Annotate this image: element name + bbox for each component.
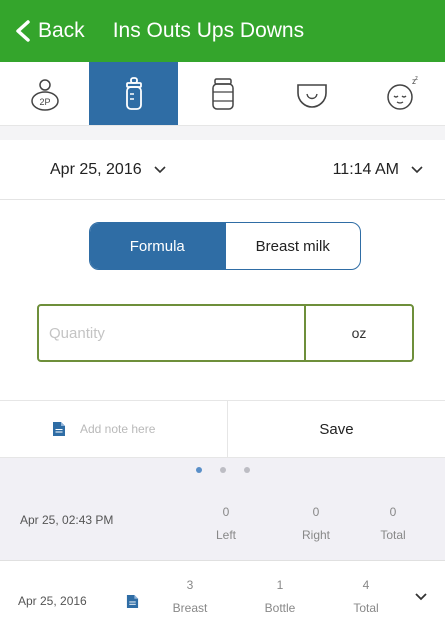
date-value: Apr 25, 2016 — [50, 160, 142, 178]
chevron-down-icon — [411, 165, 423, 173]
nav-bar: Back Ins Outs Ups Downs — [0, 0, 445, 62]
document-icon — [53, 422, 65, 436]
left-stat: 0 Left — [191, 505, 261, 542]
bottle-icon — [125, 76, 142, 110]
diaper-icon — [296, 83, 327, 108]
total-value: 0 — [389, 505, 397, 519]
sleeping-baby-icon: z z — [386, 76, 418, 110]
date-picker[interactable]: Apr 25, 2016 — [50, 161, 166, 179]
quantity-field: oz — [37, 304, 414, 362]
back-button[interactable]: Back — [14, 19, 85, 43]
note-save-bar: Add note here Save — [0, 400, 445, 458]
formula-option[interactable]: Formula — [90, 223, 225, 269]
chevron-left-icon — [16, 20, 30, 42]
bottle-label: Bottle — [264, 601, 296, 615]
note-placeholder: Add note here — [80, 422, 156, 436]
svg-text:2P: 2P — [39, 97, 50, 107]
feed-time: Apr 25, 02:43 PM — [20, 513, 114, 527]
summary-total-label: Total — [353, 601, 379, 615]
breast-label: Breast — [172, 601, 208, 615]
tab-sleep[interactable]: z z — [356, 62, 445, 125]
document-icon[interactable] — [126, 594, 139, 609]
left-label: Left — [215, 528, 236, 542]
summary-total-stat: 4 Total — [331, 578, 401, 615]
right-label: Right — [301, 528, 330, 542]
baby-face-icon: 2P — [30, 78, 59, 111]
section-divider — [0, 126, 445, 140]
total-label: Total — [380, 528, 406, 542]
summary-total-value: 4 — [362, 578, 370, 592]
svg-text:z: z — [415, 76, 418, 82]
jar-icon — [211, 77, 234, 110]
unit-selector[interactable]: oz — [304, 306, 412, 360]
tab-bottle[interactable] — [89, 62, 178, 125]
tab-jar[interactable] — [178, 62, 267, 125]
breast-value: 3 — [186, 578, 194, 592]
total-stat: 0 Total — [358, 505, 428, 542]
page-dot[interactable] — [243, 467, 250, 473]
tab-baby[interactable]: 2P — [0, 62, 89, 125]
breast-milk-option[interactable]: Breast milk — [224, 223, 361, 269]
bottle-value: 1 — [276, 578, 284, 592]
page-dot[interactable] — [219, 467, 226, 473]
back-label: Back — [38, 19, 85, 42]
chevron-down-icon[interactable] — [415, 593, 427, 601]
save-button[interactable]: Save — [228, 401, 445, 457]
tab-diaper[interactable] — [267, 62, 356, 125]
page-dot[interactable] — [195, 467, 202, 473]
summary-date: Apr 25, 2016 — [18, 594, 87, 608]
add-note-button[interactable]: Add note here — [0, 401, 228, 457]
bottle-stat: 1 Bottle — [245, 578, 315, 615]
right-stat: 0 Right — [281, 505, 351, 542]
last-feed-row[interactable]: Apr 25, 02:43 PM 0 Left 0 Right 0 Total — [0, 482, 445, 560]
chevron-down-icon — [154, 165, 166, 173]
category-tabs: 2P z z — [0, 62, 445, 126]
feed-type-toggle: Formula Breast milk — [89, 222, 361, 270]
quantity-input[interactable] — [39, 306, 304, 360]
datetime-bar: Apr 25, 2016 11:14 AM — [0, 140, 445, 200]
time-value: 11:14 AM — [332, 160, 399, 178]
page-indicator — [0, 458, 445, 482]
right-value: 0 — [312, 505, 320, 519]
time-picker[interactable]: 11:14 AM — [333, 161, 423, 179]
left-value: 0 — [222, 505, 230, 519]
breast-stat: 3 Breast — [155, 578, 225, 615]
page-title: Ins Outs Ups Downs — [112, 19, 305, 42]
daily-summary-row[interactable]: Apr 25, 2016 3 Breast 1 Bottle 4 Total — [0, 560, 445, 639]
